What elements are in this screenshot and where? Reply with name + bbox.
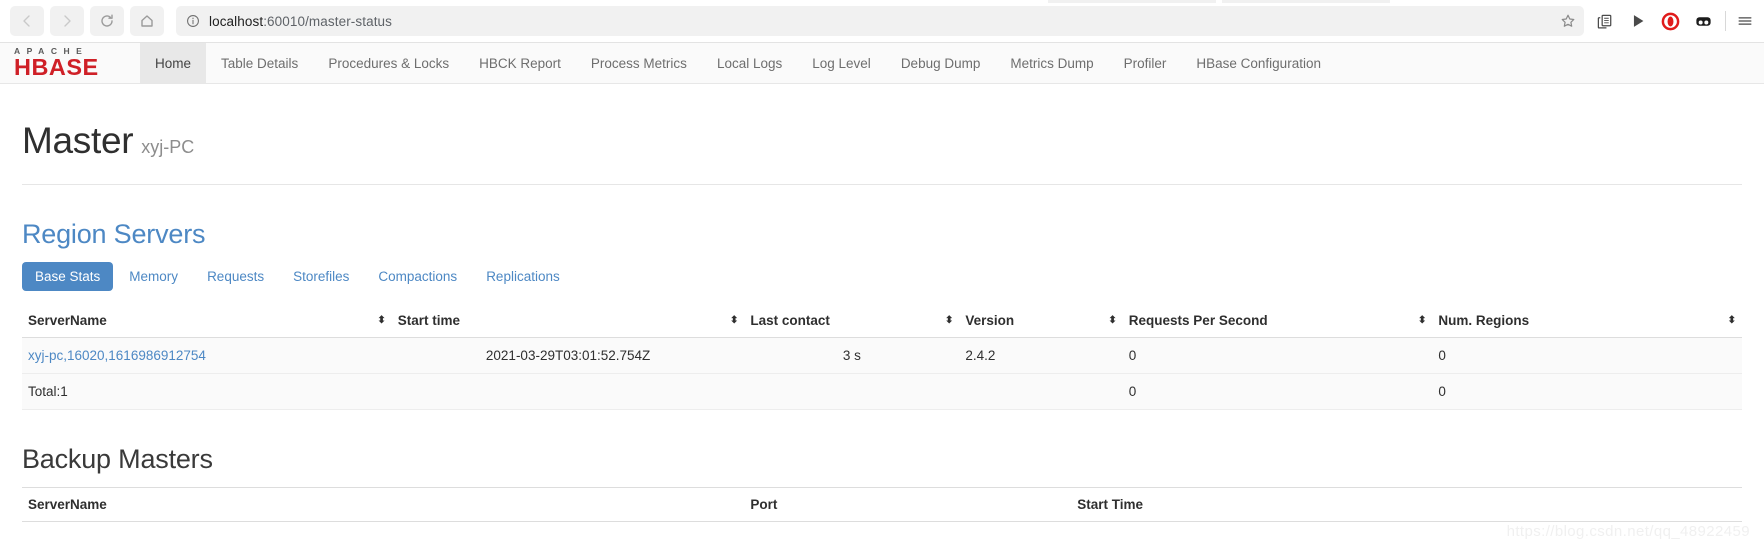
nav-item-profiler[interactable]: Profiler: [1109, 43, 1182, 83]
backup-column-start-time[interactable]: Start Time: [1071, 487, 1742, 522]
address-bar-url: localhost:60010/master-status: [209, 14, 392, 29]
tab-replications[interactable]: Replications: [473, 262, 573, 291]
address-bar[interactable]: localhost:60010/master-status: [176, 6, 1584, 36]
nav-item-log-level[interactable]: Log Level: [797, 43, 886, 83]
cell-servername: xyj-pc,16020,1616986912754: [22, 337, 392, 374]
backup-masters-table: ServerName Port Start Time: [22, 487, 1742, 522]
extension-icon-group: [1596, 12, 1713, 31]
cell-total-requests-per-second: 0: [1122, 373, 1433, 410]
cell-num-regions: 0: [1432, 337, 1742, 374]
bookmark-star-icon[interactable]: [1560, 13, 1576, 29]
cell-version: 2.4.2: [959, 337, 1123, 374]
nav-item-metrics-dump[interactable]: Metrics Dump: [995, 43, 1108, 83]
region-servers-tabs: Base Stats Memory Requests Storefiles Co…: [22, 262, 1742, 291]
cell-total-label: Total:1: [22, 373, 392, 410]
column-label-requests-per-second: Requests Per Second: [1128, 313, 1268, 328]
cell-total-num-regions: 0: [1432, 373, 1742, 410]
table-header-row: ServerName ⬍ Start time ⬍ Last contact ⬍…: [22, 305, 1742, 338]
url-path: :60010/master-status: [263, 13, 393, 29]
browser-forward-button[interactable]: [50, 6, 84, 36]
brand-hbase-text: HBASE: [14, 53, 99, 80]
hbase-logo[interactable]: APACHE HBASE: [10, 43, 140, 83]
tab-storefiles[interactable]: Storefiles: [280, 262, 362, 291]
region-server-link[interactable]: xyj-pc,16020,1616986912754: [28, 348, 206, 363]
backup-column-servername[interactable]: ServerName: [22, 487, 745, 522]
url-host: localhost: [209, 13, 264, 29]
backup-masters-heading: Backup Masters: [22, 444, 213, 474]
column-header-version[interactable]: Version ⬍: [959, 305, 1123, 338]
page-content: Master xyj-PC Region Servers Base Stats M…: [0, 84, 1764, 522]
wallet-extension-icon[interactable]: [1694, 12, 1713, 31]
column-header-servername[interactable]: ServerName ⬍: [22, 305, 392, 338]
nav-item-table-details[interactable]: Table Details: [206, 43, 313, 83]
tab-compactions[interactable]: Compactions: [365, 262, 470, 291]
sort-icon-requests-per-second[interactable]: ⬍: [1418, 316, 1426, 326]
sort-icon-last-contact[interactable]: ⬍: [945, 316, 953, 326]
page-title: Master: [22, 120, 134, 161]
backup-masters-section: Backup Masters ServerName Port Start Tim…: [22, 444, 1742, 522]
cell-total-last-contact: [744, 373, 960, 410]
column-label-num-regions: Num. Regions: [1438, 313, 1530, 328]
sort-icon-num-regions[interactable]: ⬍: [1728, 316, 1736, 326]
nav-item-hbase-configuration[interactable]: HBase Configuration: [1181, 43, 1336, 83]
watermark-text: https://blog.csdn.net/qq_48922459: [1506, 523, 1750, 540]
master-header: Master xyj-PC: [22, 84, 1742, 185]
copy-extension-icon[interactable]: [1596, 12, 1615, 31]
table-row: xyj-pc,16020,1616986912754 2021-03-29T03…: [22, 337, 1742, 374]
site-info-icon[interactable]: [186, 14, 200, 28]
cell-last-contact: 3 s: [744, 337, 960, 374]
hbase-navbar: APACHE HBASE Home Table Details Procedur…: [0, 43, 1764, 84]
column-header-requests-per-second[interactable]: Requests Per Second ⬍: [1122, 305, 1433, 338]
region-servers-table: ServerName ⬍ Start time ⬍ Last contact ⬍…: [22, 305, 1742, 410]
tab-requests[interactable]: Requests: [194, 262, 277, 291]
column-header-num-regions[interactable]: Num. Regions ⬍: [1432, 305, 1742, 338]
cell-total-start-time: [391, 373, 745, 410]
nav-item-debug-dump[interactable]: Debug Dump: [886, 43, 996, 83]
nav-item-procedures-locks[interactable]: Procedures & Locks: [313, 43, 464, 83]
column-label-start-time: Start time: [397, 313, 461, 328]
column-header-start-time[interactable]: Start time ⬍: [391, 305, 745, 338]
table-total-row: Total:1 0 0: [22, 373, 1742, 410]
browser-reload-button[interactable]: [90, 6, 124, 36]
column-label-version: Version: [965, 313, 1015, 328]
cell-start-time: 2021-03-29T03:01:52.754Z: [391, 337, 745, 374]
cell-total-version: [959, 373, 1123, 410]
opera-vpn-icon[interactable]: [1661, 12, 1680, 31]
cell-requests-per-second: 0: [1122, 337, 1433, 374]
region-servers-heading: Region Servers: [22, 219, 206, 249]
nav-item-local-logs[interactable]: Local Logs: [702, 43, 797, 83]
tab-memory[interactable]: Memory: [116, 262, 191, 291]
backup-column-port[interactable]: Port: [744, 487, 1072, 522]
column-header-last-contact[interactable]: Last contact ⬍: [744, 305, 960, 338]
master-hostname: xyj-PC: [141, 137, 195, 157]
play-extension-icon[interactable]: [1629, 12, 1647, 30]
column-label-last-contact: Last contact: [750, 313, 830, 328]
sort-icon-servername[interactable]: ⬍: [377, 316, 385, 326]
browser-toolbar: localhost:60010/master-status: [0, 0, 1764, 43]
backup-table-header-row: ServerName Port Start Time: [22, 487, 1742, 522]
column-label-servername: ServerName: [28, 313, 107, 328]
browser-back-button[interactable]: [10, 6, 44, 36]
browser-home-button[interactable]: [130, 6, 164, 36]
nav-item-process-metrics[interactable]: Process Metrics: [576, 43, 702, 83]
tab-strip-remnant: [0, 0, 1764, 3]
browser-menu-button[interactable]: [1736, 12, 1754, 30]
tab-base-stats[interactable]: Base Stats: [22, 262, 114, 291]
toolbar-divider: [1725, 11, 1726, 31]
sort-icon-start-time[interactable]: ⬍: [730, 316, 738, 326]
nav-item-home[interactable]: Home: [140, 43, 207, 83]
navbar-links: Home Table Details Procedures & Locks HB…: [140, 43, 1336, 83]
sort-icon-version[interactable]: ⬍: [1108, 316, 1116, 326]
nav-item-hbck-report[interactable]: HBCK Report: [464, 43, 576, 83]
